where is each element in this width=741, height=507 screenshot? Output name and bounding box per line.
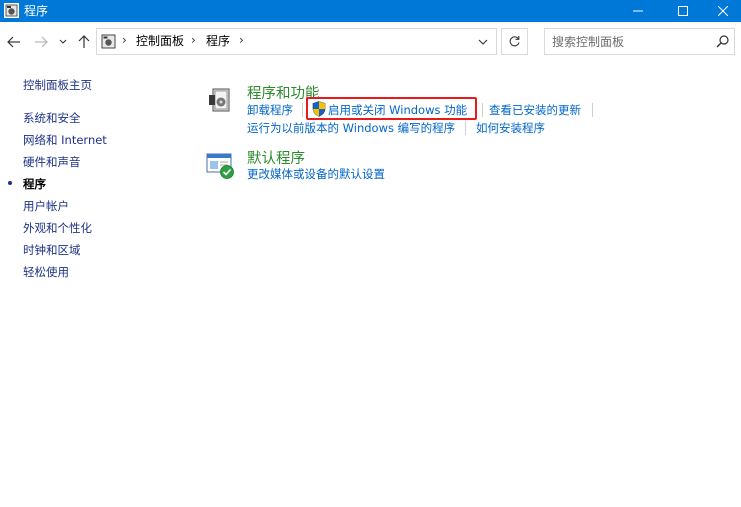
sidebar-item-control-panel-home[interactable]: 控制面板主页 [23,77,92,93]
link-separator [482,103,483,117]
chevron-down-icon [59,39,67,44]
sidebar-item-ease-of-access[interactable]: 轻松使用 [23,264,69,280]
sidebar-item-user-accounts[interactable]: 用户帐户 [23,198,69,214]
window-title: 程序 [24,4,49,18]
sidebar-item-appearance[interactable]: 外观和个性化 [23,220,92,236]
maximize-icon [678,6,688,16]
arrow-up-icon [78,35,90,48]
forward-button[interactable] [31,32,51,52]
default-programs-icon[interactable] [206,152,236,180]
sidebar-item-clock-region[interactable]: 时钟和区域 [23,242,81,258]
up-button[interactable] [74,32,94,52]
sidebar-item-programs: 程序 [23,177,46,191]
back-button[interactable] [4,32,24,52]
run-older-programs-link[interactable]: 运行为以前版本的 Windows 编写的程序 [247,121,455,135]
highlight-box [306,97,477,120]
search-icon[interactable] [715,34,730,49]
refresh-button[interactable] [501,28,528,55]
breadcrumb-separator[interactable]: › [122,33,127,47]
active-item-bullet [8,181,12,185]
uninstall-program-link[interactable]: 卸载程序 [247,103,293,117]
minimize-button[interactable] [615,0,661,22]
view-installed-updates-link[interactable]: 查看已安装的更新 [489,103,581,117]
recent-locations-button[interactable] [56,32,70,52]
sidebar-item-hardware-sound[interactable]: 硬件和声音 [23,154,81,170]
link-separator [465,121,466,135]
navigation-bar: › 控制面板 › 程序 › [0,22,741,62]
breadcrumb-separator[interactable]: › [191,33,196,47]
sidebar-item-network-internet[interactable]: 网络和 Internet [23,132,107,148]
search-input[interactable] [545,29,710,54]
arrow-right-icon [35,36,48,48]
breadcrumb-separator[interactable]: › [239,33,244,47]
address-dropdown-button[interactable] [474,33,492,51]
control-panel-icon [101,34,116,49]
link-separator [592,103,593,117]
search-box[interactable] [544,28,735,55]
change-media-defaults-link[interactable]: 更改媒体或设备的默认设置 [247,167,385,181]
arrow-left-icon [7,36,20,48]
breadcrumb-item-control-panel[interactable]: 控制面板 [136,34,184,49]
minimize-icon [633,10,643,12]
how-to-install-link[interactable]: 如何安装程序 [476,121,545,135]
category-title-default-programs[interactable]: 默认程序 [247,147,305,168]
title-bar: 程序 [0,0,741,22]
breadcrumb-item-programs[interactable]: 程序 [206,34,230,49]
sidebar-item-system-security[interactable]: 系统和安全 [23,110,81,126]
link-separator [302,103,303,117]
close-button[interactable] [700,0,741,22]
address-bar[interactable]: › 控制面板 › 程序 › [96,28,497,55]
control-panel-icon [4,3,19,18]
refresh-icon [509,36,520,47]
close-icon [718,6,728,16]
chevron-down-icon [478,39,488,45]
programs-features-icon[interactable] [208,86,234,114]
